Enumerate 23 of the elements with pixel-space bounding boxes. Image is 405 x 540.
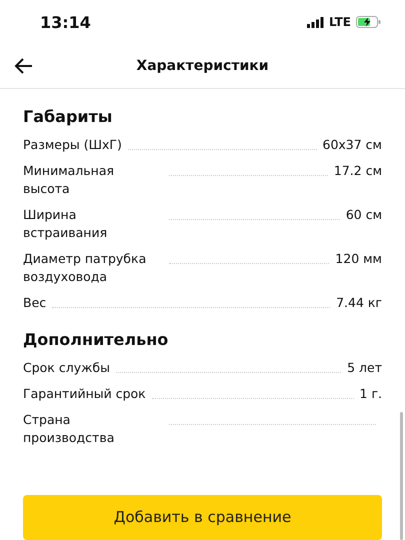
spec-value: 60x37 см (322, 136, 382, 154)
spec-label: Диаметр патрубка воздуховода (23, 250, 148, 286)
battery-charging-icon (356, 16, 381, 28)
signal-icon (306, 16, 324, 28)
add-to-compare-button[interactable]: Добавить в сравнение (23, 494, 382, 540)
spec-label: Ширина встраивания (23, 206, 108, 242)
section-title: Дополнительно (23, 330, 170, 349)
spec-label: Размеры (ШхГ) (23, 136, 122, 154)
spec-value: 5 лет (347, 358, 382, 377)
status-time: 13:14 (40, 12, 91, 32)
section-title: Габариты (23, 106, 114, 126)
spec-value: 7.44 кг (336, 294, 382, 312)
page-title: Характеристики (136, 58, 269, 74)
spec-label: Страна производства (23, 410, 116, 447)
spec-value: 60 см (346, 206, 382, 224)
spec-value: 120 мм (335, 250, 382, 268)
spec-label: Вес (23, 294, 46, 312)
spec-label: Минимальная высота (23, 162, 116, 198)
spec-value: 1 г. (360, 384, 382, 403)
spec-label: Гарантийный срок (23, 384, 146, 403)
spec-value: 17.2 см (334, 162, 382, 180)
network-label: LTE (328, 15, 351, 30)
spec-label: Срок службы (23, 358, 110, 377)
